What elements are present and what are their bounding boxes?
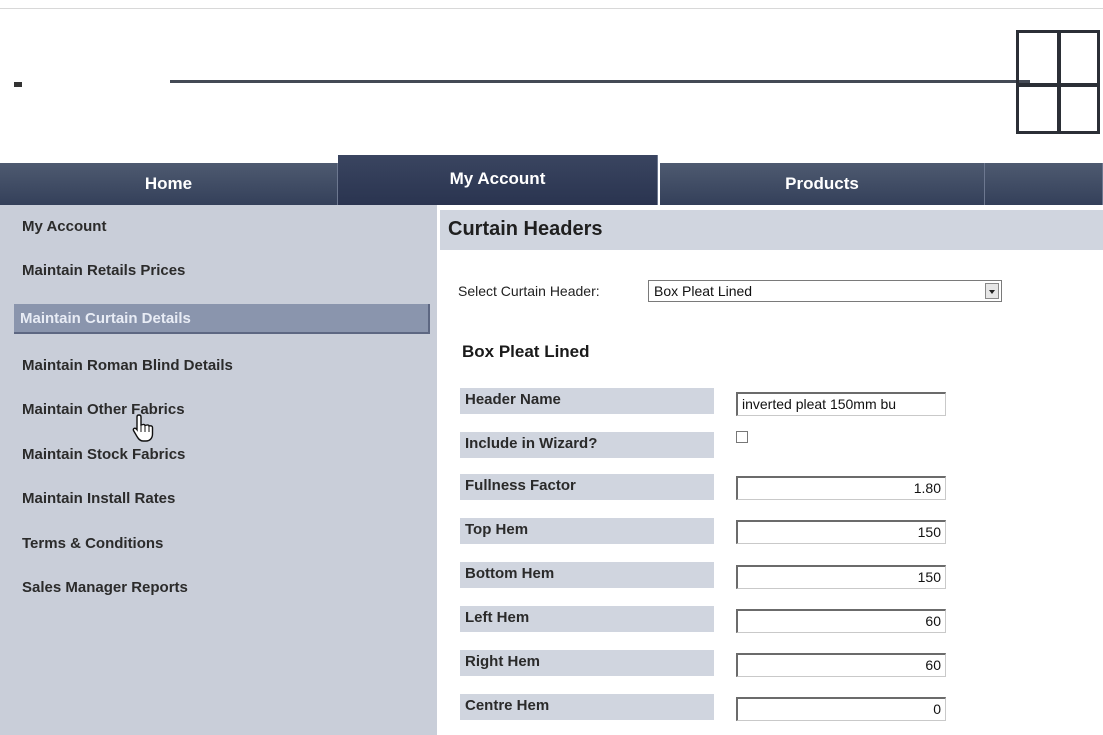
sidebar-item-install-rates[interactable]: Maintain Install Rates (22, 490, 175, 507)
sidebar-item-terms[interactable]: Terms & Conditions (22, 535, 163, 552)
main-nav: Home My Account Products (0, 155, 1103, 205)
fullness-factor-label: Fullness Factor (460, 474, 714, 500)
sidebar-item-retail-prices[interactable]: Maintain Retails Prices (22, 262, 185, 279)
tab-home[interactable]: Home (0, 163, 338, 205)
fullness-factor-field[interactable]: 1.80 (736, 476, 946, 500)
banner-mark (14, 82, 22, 87)
sidebar-item-sales-reports[interactable]: Sales Manager Reports (22, 579, 188, 596)
include-in-wizard-checkbox[interactable] (736, 431, 748, 443)
banner-line (170, 80, 1030, 83)
page-title: Curtain Headers (448, 218, 603, 240)
curtain-header-select-value: Box Pleat Lined (654, 283, 753, 299)
right-hem-field[interactable]: 60 (736, 653, 946, 677)
sidebar-item-stock-fabrics[interactable]: Maintain Stock Fabrics (22, 446, 185, 463)
logo-grid-icon (1016, 30, 1100, 134)
include-in-wizard-label: Include in Wizard? (460, 432, 714, 458)
right-hem-label: Right Hem (460, 650, 714, 676)
tab-products[interactable]: Products (660, 163, 985, 205)
section-heading: Box Pleat Lined (462, 342, 590, 361)
tab-more[interactable] (985, 163, 1103, 205)
sidebar-item-curtain-details[interactable]: Maintain Curtain Details (14, 304, 430, 334)
hand-cursor-icon (132, 414, 154, 442)
header-name-field[interactable]: inverted pleat 150mm bu (736, 392, 946, 416)
sidebar-item-other-fabrics[interactable]: Maintain Other Fabrics (22, 401, 185, 418)
left-hem-field[interactable]: 60 (736, 609, 946, 633)
top-hem-field[interactable]: 150 (736, 520, 946, 544)
tab-home-label: Home (144, 174, 193, 193)
centre-hem-field[interactable]: 0 (736, 697, 946, 721)
select-curtain-header-label: Select Curtain Header: (458, 283, 600, 299)
top-rule (0, 8, 1103, 9)
tab-my-account[interactable]: My Account (338, 155, 658, 205)
tab-products-label: Products (785, 174, 859, 193)
tab-my-account-label: My Account (449, 169, 546, 188)
header-name-label: Header Name (460, 388, 714, 414)
bottom-hem-label: Bottom Hem (460, 562, 714, 588)
centre-hem-label: Centre Hem (460, 694, 714, 720)
curtain-header-select[interactable]: Box Pleat Lined (648, 280, 1002, 302)
sidebar-item-roman-blind[interactable]: Maintain Roman Blind Details (22, 357, 233, 374)
chevron-down-icon[interactable] (985, 283, 999, 299)
bottom-hem-field[interactable]: 150 (736, 565, 946, 589)
sidebar-item-my-account[interactable]: My Account (22, 218, 106, 235)
top-hem-label: Top Hem (460, 518, 714, 544)
left-hem-label: Left Hem (460, 606, 714, 632)
sidebar (0, 205, 437, 735)
